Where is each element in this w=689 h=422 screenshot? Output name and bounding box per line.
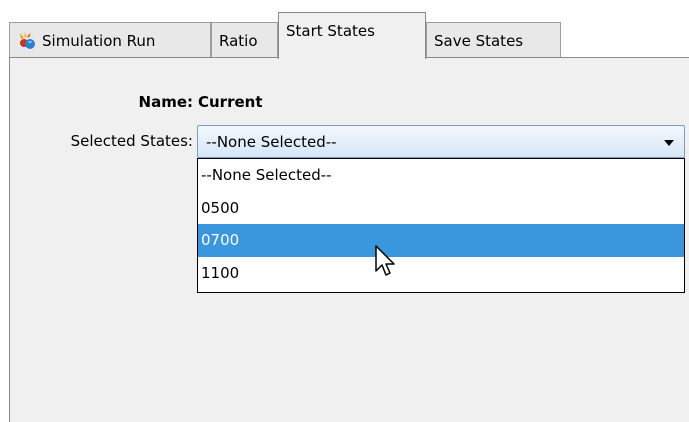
tab-save-states[interactable]: Save States [426,22,561,58]
dropdown-option-highlighted[interactable]: 0700 [198,224,684,257]
tab-label: Simulation Run [42,31,156,50]
combobox-value: --None Selected-- [206,132,337,151]
name-label: Name: [138,93,193,111]
mouse-pointer-icon [375,245,399,283]
selected-states-label: Selected States: [70,132,193,150]
name-value: Current [198,93,263,111]
chevron-down-icon[interactable] [664,140,674,146]
dropdown-option[interactable]: --None Selected-- [198,159,684,192]
tab-label: Start States [286,22,375,40]
tab-start-states[interactable]: Start States [278,12,426,59]
tab-strip: Simulation Run Ratio Start States Save S… [0,0,689,59]
dropdown-option[interactable]: 0500 [198,192,684,225]
tab-label: Ratio [219,31,258,50]
start-states-panel: Name: Current Selected States: --None Se… [9,57,689,422]
states-dropdown-list: --None Selected-- 0500 0700 1100 [197,158,685,293]
dropdown-option[interactable]: 1100 [198,257,684,290]
tab-ratio[interactable]: Ratio [211,22,278,58]
selected-states-combobox[interactable]: --None Selected-- [197,125,685,158]
tab-simulation-run[interactable]: Simulation Run [9,22,211,58]
simulation-icon [17,31,37,51]
tab-label: Save States [434,31,524,50]
